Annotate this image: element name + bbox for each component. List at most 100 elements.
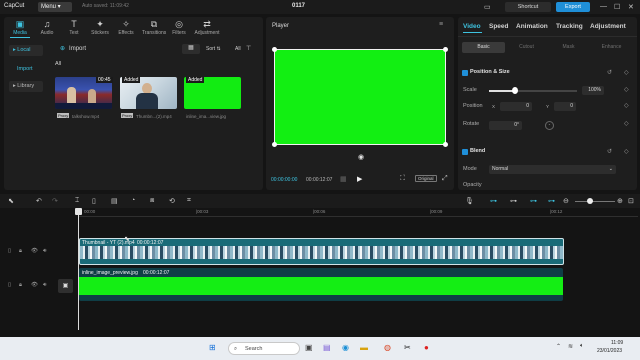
play-icon[interactable]: ▶ xyxy=(357,175,362,183)
subtab-mask[interactable]: Mask xyxy=(547,42,590,53)
sort-button[interactable]: Sort ⇅ xyxy=(206,46,221,52)
volume-icon[interactable]: 🔈︎ xyxy=(580,343,584,350)
microphone-icon[interactable]: 🎙︎ xyxy=(465,197,474,205)
select-tool-icon[interactable]: ⬉ xyxy=(8,197,14,205)
blend-mode-select[interactable]: Normal ⌄ xyxy=(489,165,616,174)
tray-chevron-icon[interactable]: ⌃ xyxy=(556,343,561,350)
filter-all-button[interactable]: All xyxy=(235,46,241,52)
zoom-in-icon[interactable]: ⊕ xyxy=(617,197,623,205)
mirror-icon[interactable]: ⧈ xyxy=(150,197,154,205)
layout-icon[interactable]: ▭ xyxy=(484,3,491,11)
cover-icon[interactable]: ▣ xyxy=(58,279,73,293)
view-toggle-button[interactable]: ▦ xyxy=(182,44,200,54)
sidebar-item-library[interactable]: ▸ Library xyxy=(9,81,43,92)
zoom-slider-handle[interactable] xyxy=(587,198,593,204)
keyframe-icon[interactable]: ◇ xyxy=(624,69,629,76)
reverse-icon[interactable]: ◔ xyxy=(131,197,135,204)
reset-icon[interactable]: ↺ xyxy=(607,148,612,155)
capcut-taskbar-icon[interactable]: ✂ xyxy=(404,343,411,352)
rotate-handle-icon[interactable]: ◉ xyxy=(358,153,364,161)
track-visibility-icon[interactable]: 👁︎ xyxy=(31,248,38,254)
preview-axis-icon[interactable]: ⊶ xyxy=(548,197,555,205)
track-visibility-icon[interactable]: 👁︎ xyxy=(31,282,38,288)
playhead-handle[interactable] xyxy=(75,208,82,215)
scale-input[interactable]: 100% xyxy=(582,86,604,95)
frame-icon[interactable]: ▦ xyxy=(340,175,347,183)
subtab-cutout[interactable]: Cutout xyxy=(505,42,548,53)
tool-text[interactable]: T Text xyxy=(63,19,85,36)
shortcut-button[interactable]: Shortcut xyxy=(505,2,551,12)
tool-transitions[interactable]: ⧉ Transitions xyxy=(142,19,166,36)
magnet-icon[interactable]: ⊶ xyxy=(490,197,497,205)
track-lock-icon[interactable]: 🔒︎ xyxy=(19,248,22,255)
sidebar-item-import[interactable]: Import xyxy=(9,64,43,75)
tab-speed[interactable]: Speed xyxy=(489,23,509,30)
resize-handle[interactable] xyxy=(443,47,448,52)
resize-handle[interactable] xyxy=(272,47,277,52)
wifi-icon[interactable]: ≋ xyxy=(568,343,573,350)
subtab-basic[interactable]: Basic xyxy=(462,42,505,53)
zoom-slider-track[interactable] xyxy=(575,201,615,202)
maximize-icon[interactable]: ☐ xyxy=(614,3,620,11)
keyframe-icon[interactable]: ◇ xyxy=(624,120,629,127)
delete-icon[interactable]: ▯ xyxy=(92,197,96,205)
minimize-icon[interactable]: — xyxy=(600,3,607,10)
tab-animation[interactable]: Animation xyxy=(516,23,548,30)
close-icon[interactable]: ✕ xyxy=(628,3,634,11)
sidebar-item-local[interactable]: ▸ Local xyxy=(9,45,43,56)
clock-time[interactable]: 11:09 xyxy=(611,340,623,346)
export-button[interactable]: Export xyxy=(556,2,590,12)
track-lock-icon[interactable]: ▯ xyxy=(8,248,11,254)
tool-effects[interactable]: ✧ Effects xyxy=(115,19,137,36)
tool-adjustment[interactable]: ⇄ Adjustment xyxy=(193,19,221,36)
tool-audio[interactable]: ♫ Audio xyxy=(36,19,58,36)
import-button[interactable]: ⊕ Import xyxy=(60,45,86,52)
keyframe-icon[interactable]: ◇ xyxy=(624,102,629,109)
crop-icon[interactable]: ⌗ xyxy=(187,197,191,205)
rotate-icon[interactable]: ⟲ xyxy=(169,197,175,205)
playhead[interactable] xyxy=(78,209,79,330)
tool-stickers[interactable]: ✦ Stickers xyxy=(89,19,111,36)
rotate-input[interactable]: 0° xyxy=(489,121,522,130)
task-view-icon[interactable]: ▣ xyxy=(305,343,313,352)
player-menu-icon[interactable]: ≡ xyxy=(439,21,443,28)
taskbar-search[interactable]: ⌕ Search xyxy=(228,342,300,355)
link-icon[interactable]: ⊶ xyxy=(510,197,517,205)
edge-icon[interactable]: ◉ xyxy=(342,343,349,352)
filter-icon[interactable]: ⊤ xyxy=(246,45,251,52)
freeze-icon[interactable]: ▤ xyxy=(111,197,118,205)
fullscreen-crop-icon[interactable]: ⛶ xyxy=(400,175,405,183)
original-ratio-button[interactable]: Original xyxy=(415,175,437,182)
track-lock-icon[interactable]: 🔒︎ xyxy=(19,282,22,289)
blend-checkbox[interactable] xyxy=(462,149,468,155)
tab-video[interactable]: Video xyxy=(463,23,481,30)
clock-date[interactable]: 23/01/2023 xyxy=(597,348,622,354)
windows-start-icon[interactable]: ⊞ xyxy=(209,343,216,352)
resize-handle[interactable] xyxy=(272,142,277,147)
file-explorer-icon[interactable]: ▬ xyxy=(360,343,368,352)
subtab-enhance[interactable]: Enhance xyxy=(590,42,633,53)
zoom-out-icon[interactable]: ⊖ xyxy=(563,197,569,205)
track-lock-icon[interactable]: ▯ xyxy=(8,282,11,288)
position-y-input[interactable]: 0 xyxy=(554,102,576,111)
keyframe-icon[interactable]: ◇ xyxy=(624,148,629,155)
fit-icon[interactable]: ⊡ xyxy=(628,197,634,205)
chrome-icon[interactable]: ◍ xyxy=(384,343,391,352)
keyframe-icon[interactable]: ◇ xyxy=(624,86,629,93)
position-size-checkbox[interactable] xyxy=(462,70,468,76)
expand-icon[interactable]: ⤢ xyxy=(442,175,448,183)
player-canvas[interactable] xyxy=(274,49,446,145)
position-x-input[interactable]: 0 xyxy=(500,102,532,111)
menu-button[interactable]: Menu ▾ xyxy=(38,2,72,12)
track-audio-icon[interactable]: 🔊︎ xyxy=(43,282,46,289)
track-audio-icon[interactable]: 🔊︎ xyxy=(43,248,46,255)
snap-icon[interactable]: ⊶ xyxy=(530,197,537,205)
rotate-dial-icon[interactable]: - xyxy=(545,121,554,130)
tab-tracking[interactable]: Tracking xyxy=(556,23,583,30)
record-icon[interactable]: ● xyxy=(424,343,429,352)
undo-icon[interactable]: ↶ xyxy=(36,197,42,205)
split-icon[interactable]: ⌶ xyxy=(75,197,79,205)
tool-filters[interactable]: ◎ Filters xyxy=(168,19,190,36)
teams-icon[interactable]: ▤ xyxy=(323,343,331,352)
tool-media[interactable]: ▣ Media xyxy=(9,19,31,36)
